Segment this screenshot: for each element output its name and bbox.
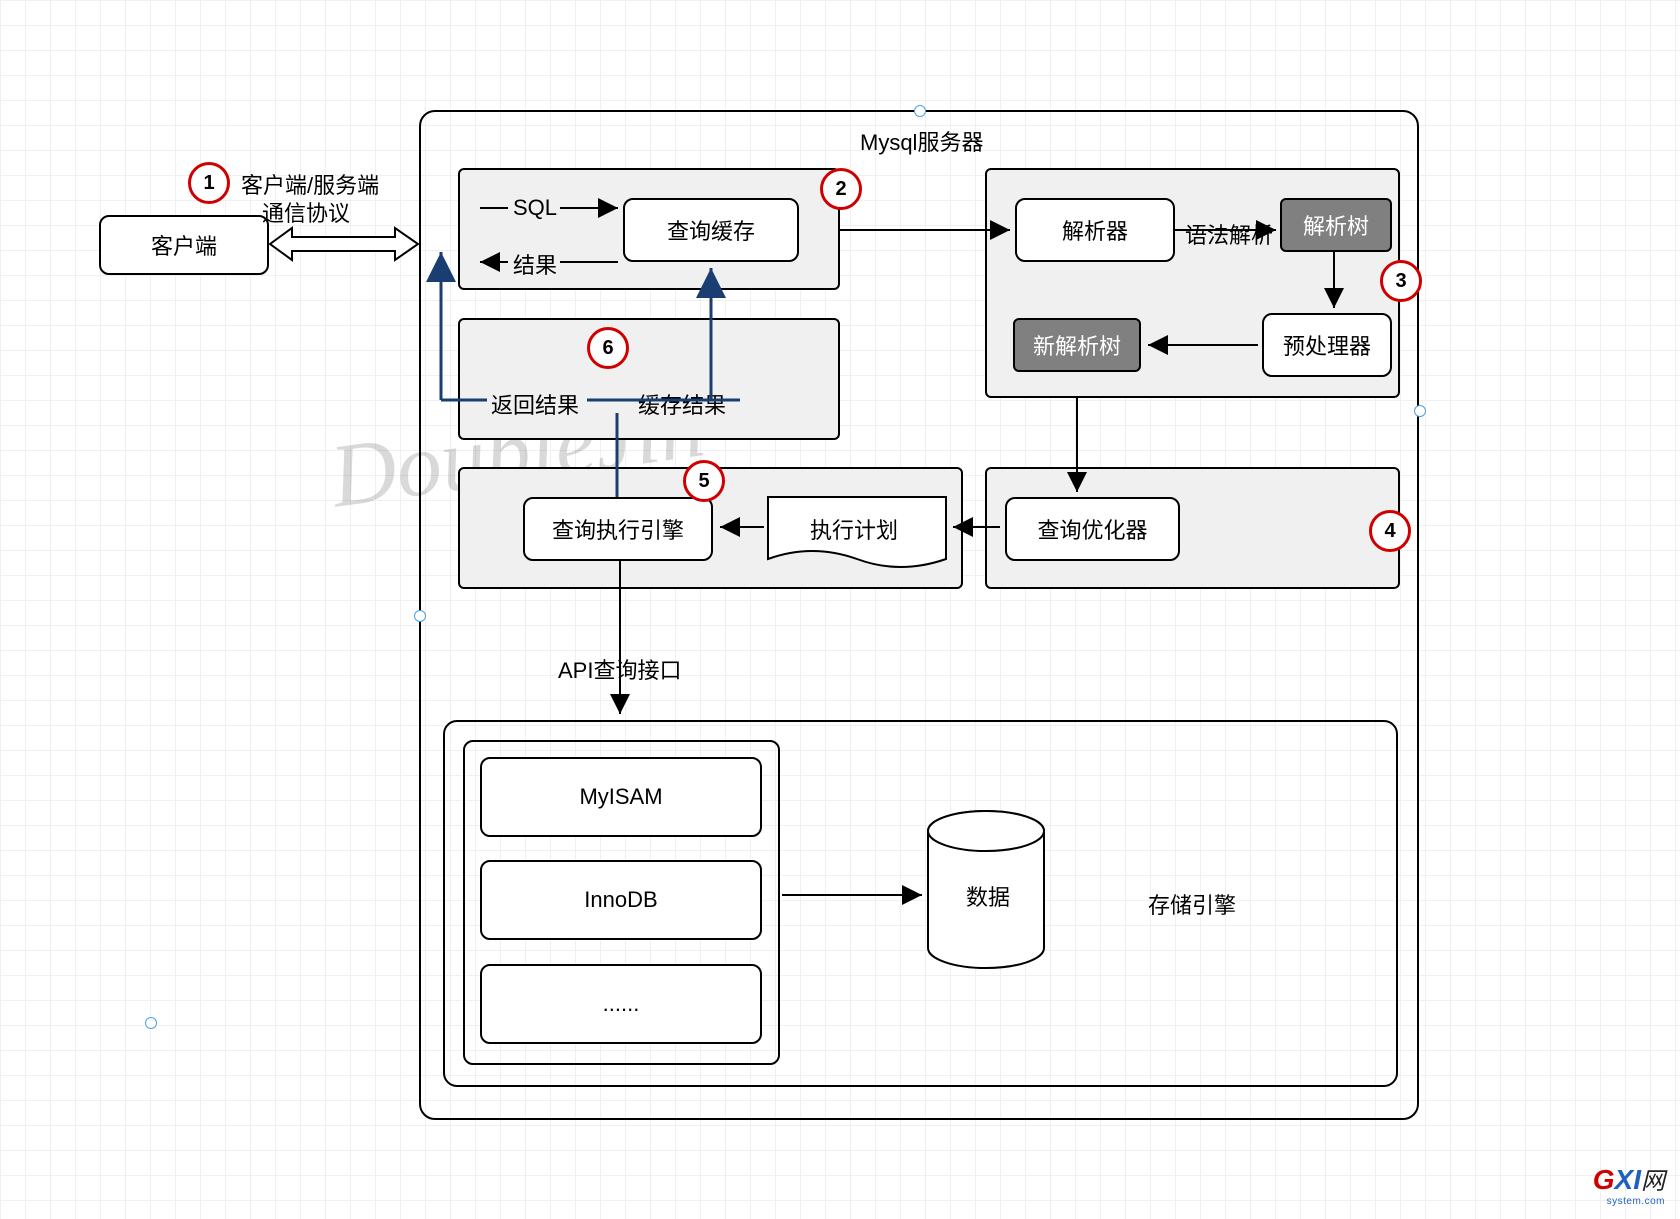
protocol-label-2: 通信协议: [262, 196, 350, 228]
footer-logo: GXI网 system.com: [1593, 1161, 1665, 1207]
cache-result-label: 缓存结果: [638, 388, 726, 420]
exec-plan-label: 执行计划: [810, 513, 898, 545]
grammar-parse-label: 语法解析: [1185, 218, 1273, 250]
step-6-badge: 6: [587, 327, 629, 369]
storage-engine-label: 存储引擎: [1148, 888, 1236, 920]
handle-icon: [414, 610, 426, 622]
step-1-badge: 1: [188, 162, 230, 204]
sql-label: SQL: [513, 195, 557, 221]
step-5-badge: 5: [683, 460, 725, 502]
step-3-badge: 3: [1380, 260, 1422, 302]
handle-icon: [145, 1017, 157, 1029]
footer-logo-xi: XI: [1615, 1164, 1641, 1195]
return-result-label: 返回结果: [491, 388, 579, 420]
handle-icon: [914, 105, 926, 117]
server-title: Mysql服务器: [860, 125, 983, 157]
result-label: 结果: [513, 248, 557, 280]
data-label: 数据: [966, 880, 1010, 912]
footer-logo-g: G: [1593, 1164, 1615, 1195]
step-4-badge: 4: [1369, 510, 1411, 552]
footer-logo-sub: system.com: [1593, 1196, 1665, 1207]
step-2-badge: 2: [820, 168, 862, 210]
handle-icon: [1414, 405, 1426, 417]
api-interface-label: API查询接口: [558, 653, 681, 685]
footer-logo-wang: 网: [1641, 1168, 1665, 1195]
